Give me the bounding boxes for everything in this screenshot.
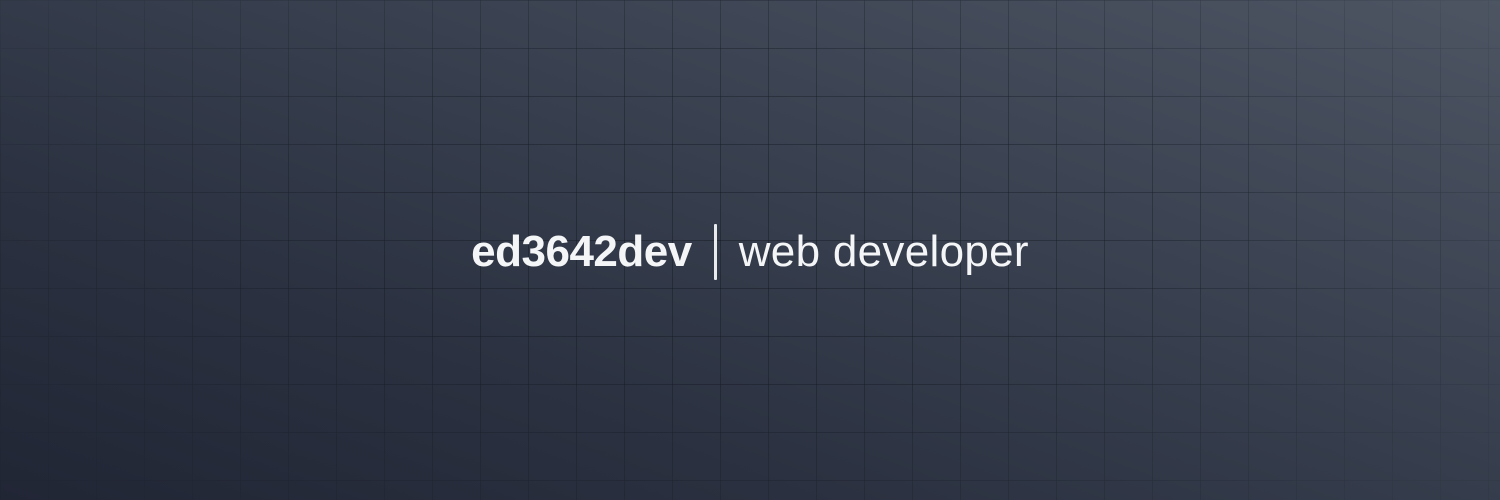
banner-headline: ed3642dev web developer <box>0 222 1500 282</box>
role-text: web developer <box>738 227 1029 276</box>
handle-text: ed3642dev <box>471 227 692 276</box>
vertical-divider <box>713 224 717 280</box>
profile-banner: ed3642dev web developer <box>0 0 1500 500</box>
